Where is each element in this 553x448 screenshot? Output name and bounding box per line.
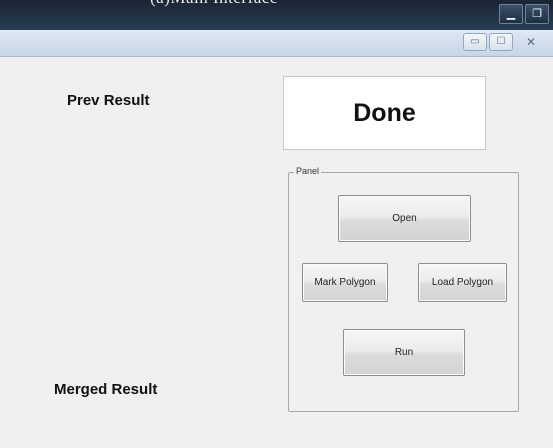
- control-panel: Panel Open Mark Polygon Load Polygon Run: [288, 166, 519, 412]
- prev-result-label: Prev Result: [67, 92, 150, 109]
- inner-window-controls: ▭ ☐ ✕: [463, 33, 547, 51]
- minimize-button[interactable]: ▭: [463, 33, 487, 51]
- load-polygon-button[interactable]: Load Polygon: [418, 263, 507, 302]
- outer-window-controls: ▁ ❐: [499, 4, 549, 24]
- mark-polygon-button[interactable]: Mark Polygon: [302, 263, 388, 302]
- maximize-button[interactable]: ☐: [489, 33, 513, 51]
- panel-title: Panel: [294, 166, 322, 176]
- outer-window-title: (a)Main Interface: [150, 0, 278, 8]
- outer-window-titlebar: (a)Main Interface ▁ ❐: [0, 0, 553, 30]
- open-button[interactable]: Open: [338, 195, 471, 242]
- outer-minimize-button[interactable]: ▁: [499, 4, 523, 24]
- inner-window-titlebar: ▭ ☐ ✕: [0, 30, 553, 57]
- close-button[interactable]: ✕: [515, 33, 547, 51]
- outer-maximize-button[interactable]: ❐: [525, 4, 549, 24]
- run-button[interactable]: Run: [343, 329, 465, 376]
- status-text: Done: [353, 98, 416, 127]
- status-display: Done: [283, 76, 486, 150]
- merged-result-label: Merged Result: [54, 381, 158, 398]
